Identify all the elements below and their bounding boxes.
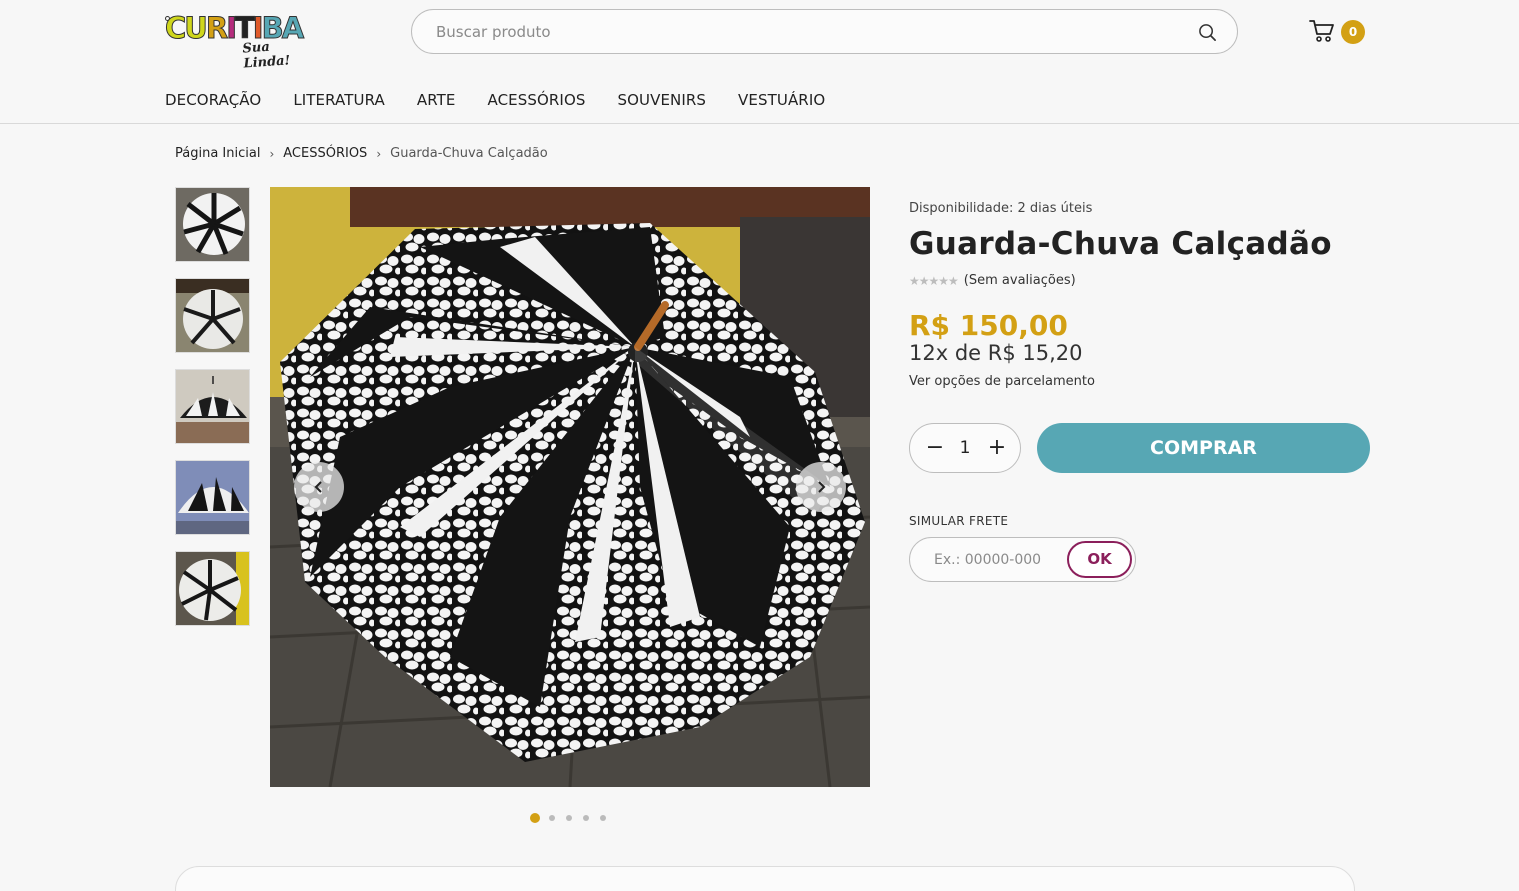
umbrella-thumbnail-image (176, 188, 249, 261)
gallery-dot-4[interactable] (583, 815, 589, 821)
rating-stars-icon: ★★★★★ (909, 273, 959, 288)
reviews-text: (Sem avaliações) (963, 273, 1076, 288)
gallery-dot-1[interactable] (530, 813, 540, 823)
cart-count-badge[interactable]: 0 (1341, 20, 1365, 44)
nav-item-acessorios[interactable]: ACESSÓRIOS (488, 88, 586, 112)
umbrella-thumbnail-image (176, 279, 249, 352)
nav-item-literatura[interactable]: LITERATURA (293, 88, 385, 112)
umbrella-photo (270, 187, 870, 787)
logo-tagline: Sua Linda! (242, 39, 291, 72)
cart-icon[interactable] (1309, 19, 1335, 43)
quantity-minus-button[interactable]: − (924, 436, 946, 460)
installments-text: 12x de R$ 15,20 (909, 341, 1083, 365)
thumbnail-2[interactable] (175, 278, 250, 353)
chevron-right-icon: › (269, 146, 275, 161)
thumbnail-list (175, 187, 251, 642)
breadcrumb-home[interactable]: Página Inicial (175, 146, 260, 161)
shipping-simulator: OK (909, 537, 1136, 582)
search-input[interactable] (436, 21, 1176, 43)
product-price: R$ 150,00 (909, 309, 1068, 342)
thumbnail-1[interactable] (175, 187, 250, 262)
chevron-right-icon (818, 481, 826, 493)
breadcrumb: Página Inicial › ACESSÓRIOS › Guarda-Chu… (175, 146, 548, 161)
quantity-plus-button[interactable]: + (986, 436, 1008, 460)
gallery-dot-5[interactable] (600, 815, 606, 821)
thumbnail-3[interactable] (175, 369, 250, 444)
chevron-left-icon (314, 481, 322, 493)
nav-item-arte[interactable]: ARTE (417, 88, 456, 112)
availability-text: Disponibilidade: 2 dias úteis (909, 201, 1093, 216)
gallery-pagination (530, 813, 617, 823)
gallery-dot-2[interactable] (549, 815, 555, 821)
gallery-prev-button[interactable] (294, 462, 344, 512)
thumbnail-4[interactable] (175, 460, 250, 535)
zipcode-input[interactable] (934, 550, 1064, 570)
nav-item-souvenirs[interactable]: SOUVENIRS (618, 88, 707, 112)
site-logo[interactable]: CURITIBA Sua Linda! (164, 10, 317, 72)
umbrella-thumbnail-image (176, 461, 249, 534)
header-divider (0, 123, 1519, 124)
umbrella-thumbnail-image (176, 552, 249, 625)
quantity-value[interactable]: 1 (950, 438, 980, 458)
thumbnail-5[interactable] (175, 551, 250, 626)
search-bar[interactable] (411, 9, 1238, 54)
breadcrumb-category[interactable]: ACESSÓRIOS (283, 146, 367, 161)
nav-item-vestuario[interactable]: VESTUÁRIO (738, 88, 825, 112)
buy-button[interactable]: COMPRAR (1037, 423, 1370, 473)
quantity-stepper: − 1 + (909, 423, 1021, 473)
product-title: Guarda-Chuva Calçadão (909, 226, 1332, 262)
installment-options-link[interactable]: Ver opções de parcelamento (909, 374, 1095, 389)
product-details-panel (175, 866, 1355, 891)
gallery-dot-3[interactable] (566, 815, 572, 821)
shipping-ok-button[interactable]: OK (1067, 541, 1132, 578)
chevron-right-icon: › (376, 146, 382, 161)
shipping-label: SIMULAR FRETE (909, 514, 1009, 528)
main-nav: DECORAÇÃO LITERATURA ARTE ACESSÓRIOS SOU… (165, 88, 857, 112)
gallery-next-button[interactable] (796, 462, 846, 512)
breadcrumb-current: Guarda-Chuva Calçadão (390, 146, 548, 161)
search-icon[interactable] (1198, 23, 1217, 42)
product-rating[interactable]: ★★★★★ (Sem avaliações) (909, 273, 1076, 288)
product-main-image[interactable] (270, 187, 870, 787)
nav-item-decoracao[interactable]: DECORAÇÃO (165, 88, 261, 112)
umbrella-thumbnail-image (176, 370, 249, 443)
